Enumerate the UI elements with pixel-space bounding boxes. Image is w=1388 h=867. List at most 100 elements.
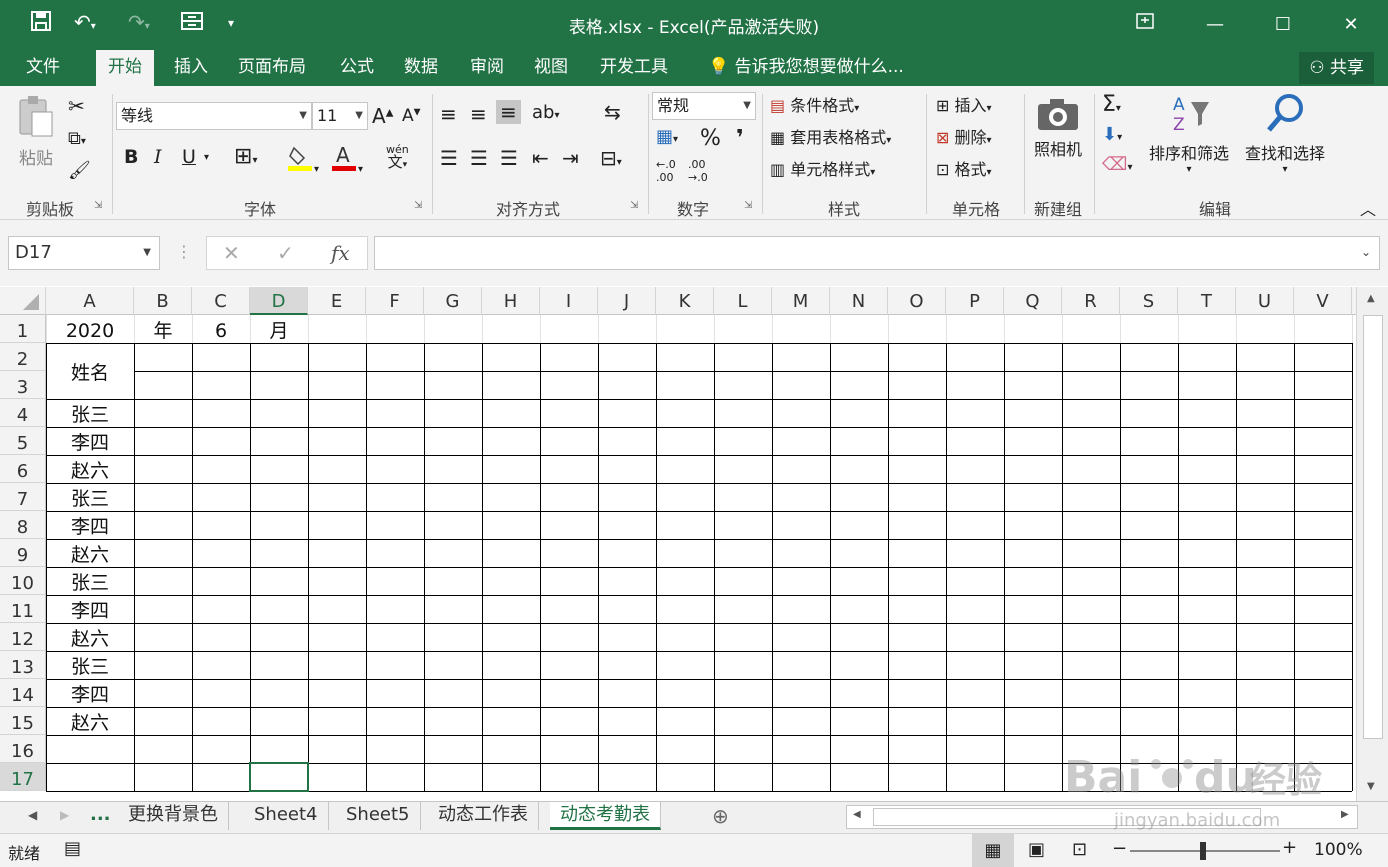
chevron-down-icon[interactable]: ⌄ [1361,245,1371,259]
tab-home[interactable]: 开始 [96,50,154,88]
cell-name[interactable]: 赵六 [46,707,134,735]
column-header-m[interactable]: M [772,287,830,315]
column-header-u[interactable]: U [1236,287,1294,315]
find-select-button[interactable]: 查找和选择 ▾ [1238,92,1332,175]
cell-styles-button[interactable]: ▥ 单元格样式▾ [770,156,875,180]
column-header-d[interactable]: D [250,287,308,315]
cell-name[interactable]: 李四 [46,427,134,455]
number-format-combo[interactable]: 常规 ▼ [652,92,756,120]
borders-icon[interactable]: ⊞▾ [234,144,257,169]
formula-input[interactable]: ⌄ [374,236,1380,270]
column-header-b[interactable]: B [134,287,192,315]
column-header-e[interactable]: E [308,287,366,315]
column-header-j[interactable]: J [598,287,656,315]
format-painter-icon[interactable]: 🖌 [68,160,91,181]
merge-center-icon[interactable]: ⊟▾ [600,146,622,170]
cell-name[interactable]: 张三 [46,483,134,511]
vertical-scrollbar[interactable]: ▲ ▼ [1356,287,1388,801]
dialog-launcher-icon[interactable]: ⇲ [630,200,638,211]
row-header-15[interactable]: 15 [0,707,46,735]
align-top-icon[interactable]: ≡ [440,102,457,126]
tab-file[interactable]: 文件 [14,50,72,86]
cell-name[interactable]: 李四 [46,679,134,707]
row-header-17[interactable]: 17 [0,763,46,791]
row-header-3[interactable]: 3 [0,371,46,399]
cut-icon[interactable]: ✂ [68,94,85,118]
row-header-6[interactable]: 6 [0,455,46,483]
cell-name[interactable]: 张三 [46,567,134,595]
cell-d1-month-label[interactable]: 月 [250,315,308,343]
tab-page-layout[interactable]: 页面布局 [226,50,318,86]
row-header-10[interactable]: 10 [0,567,46,595]
row-header-12[interactable]: 12 [0,623,46,651]
percent-button[interactable]: % [700,126,721,151]
cell-c1-month[interactable]: 6 [192,315,250,343]
insert-function-button[interactable]: fx [331,241,350,265]
paste-button[interactable]: 粘贴 [14,94,58,169]
sheet-tab-change-bg[interactable]: 更换背景色 [118,802,229,830]
column-header-a[interactable]: A [46,287,134,315]
cell-name[interactable]: 张三 [46,399,134,427]
row-header-13[interactable]: 13 [0,651,46,679]
orientation-icon[interactable]: ab▾ [532,102,560,123]
camera-button[interactable]: 照相机 [1030,96,1086,160]
scroll-left-icon[interactable]: ◀ [853,809,861,820]
name-box[interactable]: D17 ▼ [8,236,160,270]
share-button[interactable]: ⚇ 共享 [1299,52,1374,84]
cell-name[interactable]: 赵六 [46,455,134,483]
sheet-scroll-right-icon[interactable]: ▶ [60,808,69,822]
autosum-button[interactable]: Σ▾ [1102,92,1121,117]
column-header-l[interactable]: L [714,287,772,315]
select-all-button[interactable] [0,287,46,315]
comma-button[interactable]: ❜ [736,126,744,151]
cell-name[interactable]: 赵六 [46,539,134,567]
row-header-7[interactable]: 7 [0,483,46,511]
zoom-level[interactable]: 100% [1314,840,1363,860]
column-header-v[interactable]: V [1294,287,1352,315]
cell-name[interactable]: 李四 [46,511,134,539]
align-center-icon[interactable]: ☰ [470,146,488,170]
format-as-table-button[interactable]: ▦ 套用表格格式▾ [770,124,891,148]
macro-record-icon[interactable]: ▤ [64,838,81,859]
cell-b1-year-label[interactable]: 年 [134,315,192,343]
horizontal-scrollbar[interactable]: ◀ ▶ [846,805,1358,829]
page-break-view-icon[interactable]: ⊡ [1072,839,1087,860]
column-header-o[interactable]: O [888,287,946,315]
wrap-text-icon[interactable]: ⇆ [604,100,621,124]
align-left-icon[interactable]: ☰ [440,146,458,170]
increase-decimal-button[interactable]: ←.0 .00 [656,158,686,184]
cell-name[interactable]: 李四 [46,595,134,623]
column-header-c[interactable]: C [192,287,250,315]
accounting-format-icon[interactable]: ▦▾ [656,126,678,147]
row-header-4[interactable]: 4 [0,399,46,427]
row-header-16[interactable]: 16 [0,735,46,763]
column-header-p[interactable]: P [946,287,1004,315]
dialog-launcher-icon[interactable]: ⇲ [744,200,752,211]
format-cells-button[interactable]: ⊡ 格式▾ [936,156,992,180]
sheet-scroll-left-icon[interactable]: ◀ [28,808,37,822]
font-color-icon[interactable]: A ▾ [332,142,363,176]
zoom-in-icon[interactable]: + [1282,837,1297,858]
align-bottom-icon[interactable]: ≡ [496,100,521,124]
new-sheet-icon[interactable]: ⊕ [712,804,729,828]
collapse-ribbon-icon[interactable]: ︿ [1360,196,1376,220]
fill-color-icon[interactable]: ▾ [288,142,319,176]
column-header-n[interactable]: N [830,287,888,315]
fill-icon[interactable]: ⬇▾ [1102,124,1122,145]
cell-a2-name-header[interactable]: 姓名 [46,343,134,399]
chevron-down-icon[interactable]: ▾ [204,152,209,163]
scrollbar-thumb[interactable] [1363,315,1383,739]
clear-icon[interactable]: ⌫▾ [1102,154,1132,175]
more-sheets-button[interactable]: ... [80,802,121,830]
dialog-launcher-icon[interactable]: ⇲ [94,200,102,211]
page-layout-view-icon[interactable]: ▣ [1028,839,1045,860]
row-header-8[interactable]: 8 [0,511,46,539]
sort-filter-button[interactable]: AZ 排序和筛选 ▾ [1144,92,1234,175]
column-header-r[interactable]: R [1062,287,1120,315]
dialog-launcher-icon[interactable]: ⇲ [414,200,422,211]
cancel-entry-icon[interactable]: ✕ [223,241,240,265]
increase-indent-icon[interactable]: ⇥ [562,146,579,170]
zoom-out-icon[interactable]: − [1112,838,1127,859]
shrink-font-icon[interactable]: A▼ [402,106,421,126]
align-right-icon[interactable]: ☰ [500,146,518,170]
